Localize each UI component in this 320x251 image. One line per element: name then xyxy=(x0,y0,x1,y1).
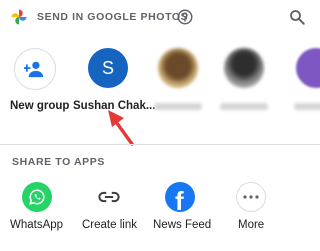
add-group-icon xyxy=(24,61,44,78)
share-header: SEND IN GOOGLE PHOTOS xyxy=(0,0,320,34)
contact-sushan[interactable]: S Sushan Chak... xyxy=(72,46,155,116)
app-whatsapp[interactable]: WhatsApp xyxy=(4,182,70,242)
section-divider xyxy=(0,144,320,145)
contact-blurred[interactable] xyxy=(288,46,320,116)
app-more[interactable]: More xyxy=(222,182,282,242)
contact-blurred[interactable] xyxy=(218,46,270,116)
contact-blurred[interactable] xyxy=(152,46,204,116)
more-horizontal-icon xyxy=(236,182,266,212)
share-sheet-title: SEND IN GOOGLE PHOTOS xyxy=(37,11,189,23)
avatar xyxy=(224,48,264,88)
app-news-feed[interactable]: f News Feed xyxy=(148,182,214,242)
contact-new-group[interactable]: New group xyxy=(6,46,70,116)
app-create-link[interactable]: Create link xyxy=(76,182,146,242)
facebook-icon: f xyxy=(165,182,195,212)
avatar xyxy=(296,48,320,88)
section-title: SHARE TO APPS xyxy=(12,156,105,168)
search-icon[interactable] xyxy=(288,8,306,26)
avatar: S xyxy=(88,48,128,88)
help-circle-icon[interactable] xyxy=(176,8,194,26)
annotation-arrow xyxy=(108,110,134,146)
avatar xyxy=(158,48,198,88)
app-label: WhatsApp xyxy=(10,219,64,231)
app-label: Create link xyxy=(82,219,137,231)
new-group-avatar xyxy=(14,48,56,90)
app-label: More xyxy=(238,219,265,231)
contact-label xyxy=(294,103,320,110)
link-icon xyxy=(98,191,120,203)
app-label: News Feed xyxy=(153,219,212,231)
whatsapp-icon xyxy=(22,182,52,212)
contact-label xyxy=(220,103,268,110)
contact-label xyxy=(154,103,202,110)
google-photos-pinwheel-icon xyxy=(11,9,27,25)
contact-label: New group xyxy=(10,100,70,112)
